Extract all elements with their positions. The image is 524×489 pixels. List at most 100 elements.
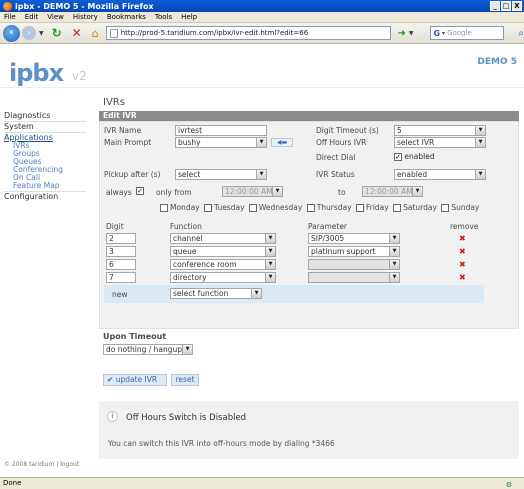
- menu-bookmarks[interactable]: Bookmarks: [107, 13, 146, 21]
- menu-tools[interactable]: Tools: [155, 13, 172, 21]
- menu-history[interactable]: History: [73, 13, 98, 21]
- remove-icon[interactable]: ✖: [459, 273, 466, 282]
- chevron-down-icon: ▼: [265, 260, 275, 269]
- friday-checkbox[interactable]: [355, 204, 364, 212]
- status-addon-icon[interactable]: ⚙: [506, 480, 512, 489]
- always-checkbox[interactable]: [136, 187, 144, 195]
- parameter-value: platinum support: [311, 247, 376, 256]
- window-title: ipbx - DEMO 5 - Mozilla Firefox: [15, 1, 154, 11]
- function-select[interactable]: channel ▼: [170, 233, 276, 244]
- ivr-name-input[interactable]: ivrtest: [175, 125, 267, 136]
- ivr-status-label: IVR Status: [316, 170, 355, 179]
- chevron-down-icon: ▼: [265, 273, 275, 282]
- google-icon[interactable]: G: [433, 29, 440, 38]
- chevron-down-icon: ▼: [182, 345, 192, 354]
- wednesday-checkbox[interactable]: [248, 204, 257, 212]
- copyright-logout[interactable]: © 2008 taridium | logout: [4, 461, 79, 468]
- url-text: http://prod-5.taridium.com/ipbx/ivr-edit…: [120, 29, 309, 37]
- sidebar-item-system[interactable]: System: [0, 122, 90, 131]
- play-prompt-button[interactable]: ◀▬: [271, 138, 293, 147]
- menu-edit[interactable]: Edit: [25, 13, 39, 21]
- menu-view[interactable]: View: [47, 13, 64, 21]
- chevron-down-icon: ▼: [265, 234, 275, 243]
- parameter-column-header: Parameter: [308, 222, 348, 231]
- remove-icon[interactable]: ✖: [459, 234, 466, 243]
- tuesday-checkbox[interactable]: [204, 204, 212, 212]
- parameter-select[interactable]: SIP/3005 ▼: [308, 233, 400, 244]
- parameter-select[interactable]: ▼: [308, 259, 400, 270]
- search-icon[interactable]: ⌕: [518, 28, 524, 39]
- digit-input[interactable]: 2: [106, 233, 136, 244]
- logo-version: v2: [72, 69, 87, 83]
- upon-timeout-select[interactable]: do nothing / hangup ▼: [103, 344, 193, 355]
- reset-button[interactable]: reset: [171, 374, 199, 386]
- remove-icon[interactable]: ✖: [459, 247, 466, 256]
- to-time-select[interactable]: 12:00:00 AM ▼: [362, 186, 423, 197]
- off-hours-ivr-label: Off Hours IVR: [316, 138, 367, 147]
- forward-icon[interactable]: ›: [21, 26, 36, 40]
- parameter-select[interactable]: ▼: [308, 272, 400, 283]
- ipbx-logo: ipbx: [9, 59, 64, 87]
- new-function-select[interactable]: select function ▼: [170, 288, 262, 299]
- sidebar-item-configuration[interactable]: Configuration: [0, 192, 90, 201]
- from-time-select[interactable]: 12:00:00 AM ▼: [222, 186, 283, 197]
- thursday-checkbox[interactable]: [306, 204, 315, 212]
- upon-timeout-value: do nothing / hangup: [106, 345, 183, 354]
- chevron-down-icon: ▼: [389, 260, 399, 269]
- ivr-status-select[interactable]: enabled ▼: [394, 169, 486, 180]
- chevron-down-icon: ▼: [475, 138, 485, 147]
- digit-input[interactable]: 7: [106, 272, 136, 283]
- navigation-toolbar: ‹ › ▼ ↻ ✕ ⌂ http://prod-5.taridium.com/i…: [0, 23, 524, 44]
- url-bar[interactable]: http://prod-5.taridium.com/ipbx/ivr-edit…: [105, 26, 392, 40]
- pickup-after-value: select: [178, 170, 201, 179]
- saturday-label: Saturday: [403, 203, 437, 212]
- remove-icon[interactable]: ✖: [459, 260, 466, 269]
- monday-checkbox[interactable]: [160, 204, 168, 212]
- from-time-value: 12:00:00 AM: [225, 187, 273, 196]
- url-dropdown-icon[interactable]: ▼: [409, 30, 414, 37]
- pickup-after-select[interactable]: select ▼: [175, 169, 267, 180]
- chevron-down-icon: ▼: [256, 138, 266, 147]
- function-select[interactable]: conference room ▼: [170, 259, 276, 270]
- direct-dial-checkbox[interactable]: [394, 153, 402, 161]
- function-select[interactable]: directory ▼: [170, 272, 276, 283]
- sidebar-item-diagnostics[interactable]: Diagnostics: [0, 111, 90, 120]
- digit-input[interactable]: 6: [106, 259, 136, 270]
- new-label: new: [112, 290, 128, 299]
- chevron-down-icon: ▼: [251, 289, 261, 298]
- saturday-checkbox[interactable]: [393, 204, 402, 212]
- digit-input[interactable]: 3: [106, 246, 136, 257]
- days-of-week: Monday Tuesday Wednesday Thursday Friday…: [158, 203, 479, 212]
- new-function-value: select function: [173, 289, 229, 298]
- digit-timeout-value: 5: [397, 126, 402, 135]
- close-button[interactable]: X: [512, 1, 522, 11]
- function-select[interactable]: queue ▼: [170, 246, 276, 257]
- chevron-down-icon: ▼: [256, 170, 266, 179]
- chevron-down-icon: ▼: [389, 247, 399, 256]
- menu-help[interactable]: Help: [181, 13, 197, 21]
- off-hours-ivr-select[interactable]: select IVR ▼: [394, 137, 486, 148]
- parameter-select[interactable]: platinum support ▼: [308, 246, 400, 257]
- minimize-button[interactable]: _: [490, 1, 500, 11]
- main-prompt-select[interactable]: bushy ▼: [175, 137, 267, 148]
- digit-timeout-select[interactable]: 5 ▼: [394, 125, 486, 136]
- search-input[interactable]: G ▾ Google: [430, 26, 505, 40]
- menu-file[interactable]: File: [4, 13, 16, 21]
- off-hours-ivr-value: select IVR: [397, 138, 435, 147]
- window-titlebar: ipbx - DEMO 5 - Mozilla Firefox _ □ X: [0, 0, 524, 12]
- chevron-down-icon: ▼: [389, 234, 399, 243]
- sunday-checkbox[interactable]: [441, 204, 450, 212]
- search-engine-dropdown-icon[interactable]: ▾: [442, 30, 445, 37]
- stop-icon[interactable]: ✕: [72, 26, 82, 40]
- home-icon[interactable]: ⌂: [92, 27, 99, 40]
- sidebar-item-feature-map[interactable]: Feature Map: [0, 182, 90, 190]
- go-icon[interactable]: ➜: [397, 28, 405, 39]
- info-icon: i: [107, 411, 118, 422]
- reload-icon[interactable]: ↻: [52, 26, 62, 40]
- maximize-button[interactable]: □: [501, 1, 511, 11]
- main-content: IVRs Edit IVR IVR Name ivrtest Main Prom…: [99, 97, 519, 459]
- chevron-down-icon: ▼: [475, 170, 485, 179]
- update-ivr-button[interactable]: ✔ update IVR: [103, 374, 167, 386]
- history-dropdown-icon[interactable]: ▼: [39, 30, 44, 37]
- back-icon[interactable]: ‹: [3, 24, 20, 42]
